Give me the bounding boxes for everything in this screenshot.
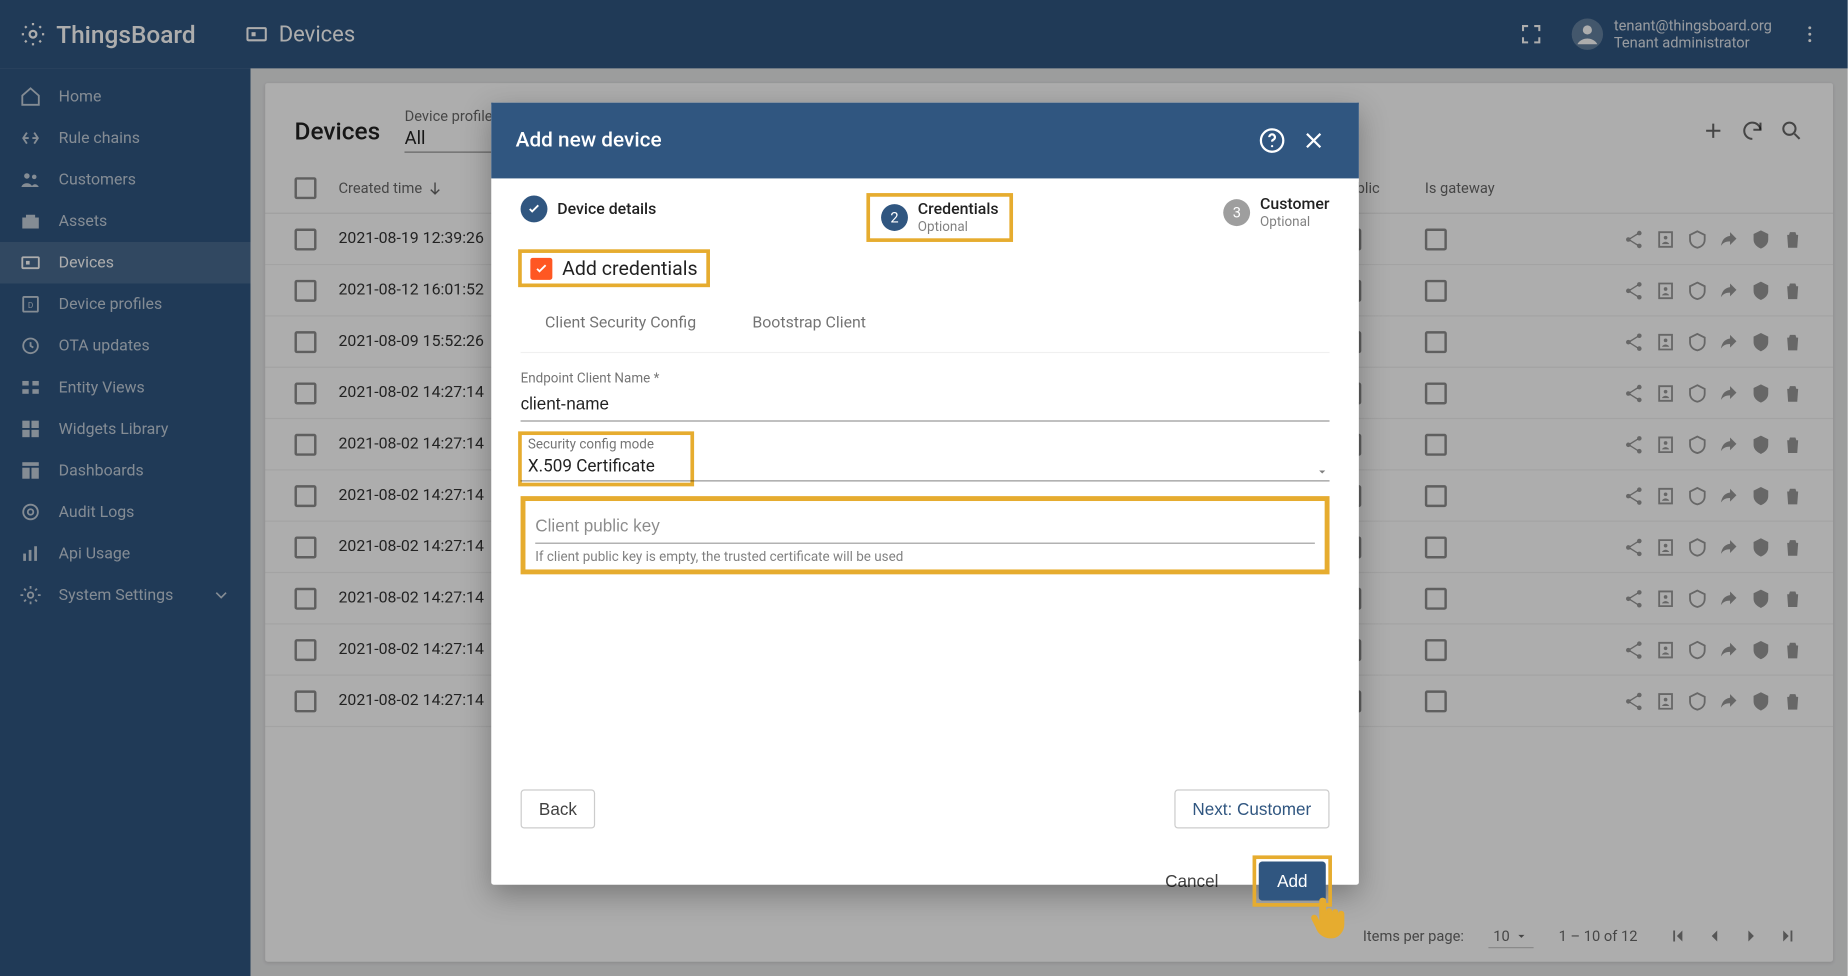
- add-device-dialog: Add new device Device details 2 Credenti…: [491, 103, 1359, 885]
- tab-client-security[interactable]: Client Security Config: [540, 307, 701, 340]
- step-customer[interactable]: 3 CustomerOptional: [1223, 196, 1329, 230]
- endpoint-client-name-input[interactable]: [521, 386, 1330, 421]
- cancel-button[interactable]: Cancel: [1148, 863, 1235, 900]
- tab-bootstrap-client[interactable]: Bootstrap Client: [747, 307, 870, 340]
- step-device-details[interactable]: Device details: [521, 196, 657, 223]
- back-button[interactable]: Back: [521, 789, 596, 828]
- add-credentials-label: Add credentials: [562, 257, 698, 280]
- step-credentials[interactable]: 2 CredentialsOptional: [869, 196, 1011, 240]
- next-customer-button[interactable]: Next: Customer: [1174, 789, 1329, 828]
- add-credentials-checkbox[interactable]: [530, 257, 552, 279]
- chevron-down-icon: [1315, 464, 1330, 479]
- client-public-key-input[interactable]: [535, 508, 1315, 543]
- help-icon[interactable]: [1251, 120, 1293, 162]
- dialog-title: Add new device: [516, 128, 1252, 152]
- cursor-pointer-icon: [1308, 895, 1350, 944]
- close-icon[interactable]: [1293, 120, 1335, 162]
